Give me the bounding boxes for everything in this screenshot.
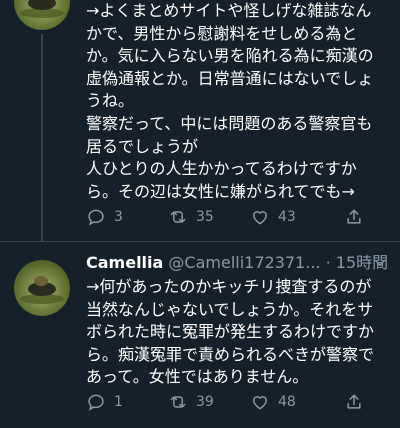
retweet-count: 39 bbox=[196, 394, 214, 410]
user-handle[interactable]: @Camelli172371... bbox=[168, 253, 320, 272]
tweet[interactable]: Camellia @Camelli172371... · 15時間 →何があった… bbox=[0, 242, 400, 428]
avatar[interactable] bbox=[14, 260, 70, 316]
like-button[interactable]: 43 bbox=[250, 207, 296, 227]
reply-icon bbox=[88, 394, 104, 411]
tweet-text-line: ら。痴漢冤罪で責められるべきが警察で bbox=[86, 344, 375, 364]
heart-icon bbox=[253, 211, 267, 225]
separator-dot: · bbox=[325, 253, 331, 272]
retweet-count: 35 bbox=[196, 209, 214, 225]
tweet-text-line: かで、男性から慰謝料をせしめる為と bbox=[86, 23, 358, 43]
reply-count: 1 bbox=[114, 394, 123, 410]
share-icon bbox=[347, 209, 361, 224]
tweet-text-line: あって。女性ではありません。 bbox=[86, 367, 309, 387]
like-count: 48 bbox=[278, 394, 296, 410]
retweet-icon bbox=[170, 211, 186, 223]
share-button[interactable] bbox=[344, 392, 372, 412]
reply-count: 3 bbox=[114, 209, 123, 225]
share-button[interactable] bbox=[344, 207, 372, 227]
tweet-text-line: →よくまとめサイトや怪しげな雑誌なん bbox=[86, 1, 372, 20]
tweet-text-line: ボられた時に冤罪が発生するわけですか bbox=[86, 322, 375, 342]
tweet-text-line: 人ひとりの人生かかってるわけですか bbox=[86, 159, 357, 179]
tweet-text: →何があったのかキッチリ捜査するのが 当然なんじゃないでしょうか。それをサ ボら… bbox=[86, 276, 390, 389]
like-count: 43 bbox=[278, 209, 296, 225]
avatar[interactable] bbox=[14, 0, 70, 30]
reply-icon bbox=[88, 209, 104, 226]
tweet[interactable]: →よくまとめサイトや怪しげな雑誌なん かで、男性から慰謝料をせしめる為と か。気… bbox=[0, 0, 400, 241]
reply-button[interactable]: 3 bbox=[86, 207, 123, 227]
tweet-text-line: 当然なんじゃないでしょうか。それをサ bbox=[86, 299, 374, 319]
tweet-actions: 3 35 43 bbox=[86, 207, 386, 231]
reply-button[interactable]: 1 bbox=[86, 392, 123, 412]
tweet-text-line: 居るでしょうが bbox=[86, 136, 199, 156]
tweet-text-line: か。気に入らない男を陥れる為に痴漢の bbox=[86, 46, 374, 66]
tweet-text-line: →何があったのかキッチリ捜査するのが bbox=[86, 277, 372, 296]
tweet-text: →よくまとめサイトや怪しげな雑誌なん かで、男性から慰謝料をせしめる為と か。気… bbox=[86, 0, 390, 203]
tweet-body: Camellia @Camelli172371... · 15時間 →何があった… bbox=[86, 252, 390, 389]
display-name[interactable]: Camellia bbox=[86, 253, 163, 272]
retweet-button[interactable]: 39 bbox=[168, 392, 214, 412]
retweet-button[interactable]: 35 bbox=[168, 207, 214, 227]
thread-connector-line bbox=[41, 34, 43, 241]
tweet-text-line: ら。その辺は女性に嫌がられてでも→ bbox=[86, 181, 355, 201]
chevron-down-icon[interactable] bbox=[372, 255, 388, 271]
share-icon bbox=[347, 394, 361, 409]
heart-icon bbox=[253, 396, 267, 410]
tweet-text-line: 警察だって、中には問題のある警察官も bbox=[86, 113, 373, 133]
retweet-icon bbox=[170, 396, 186, 408]
tweet-text-line: うね。 bbox=[86, 91, 135, 111]
tweet-body: →よくまとめサイトや怪しげな雑誌なん かで、男性から慰謝料をせしめる為と か。気… bbox=[86, 0, 390, 203]
tweet-text-line: 虚偽通報とか。日常普通にはないでしょ bbox=[86, 68, 374, 88]
tweet-actions: 1 39 48 bbox=[86, 392, 386, 416]
like-button[interactable]: 48 bbox=[250, 392, 296, 412]
tweet-header: Camellia @Camelli172371... · 15時間 bbox=[86, 252, 390, 274]
